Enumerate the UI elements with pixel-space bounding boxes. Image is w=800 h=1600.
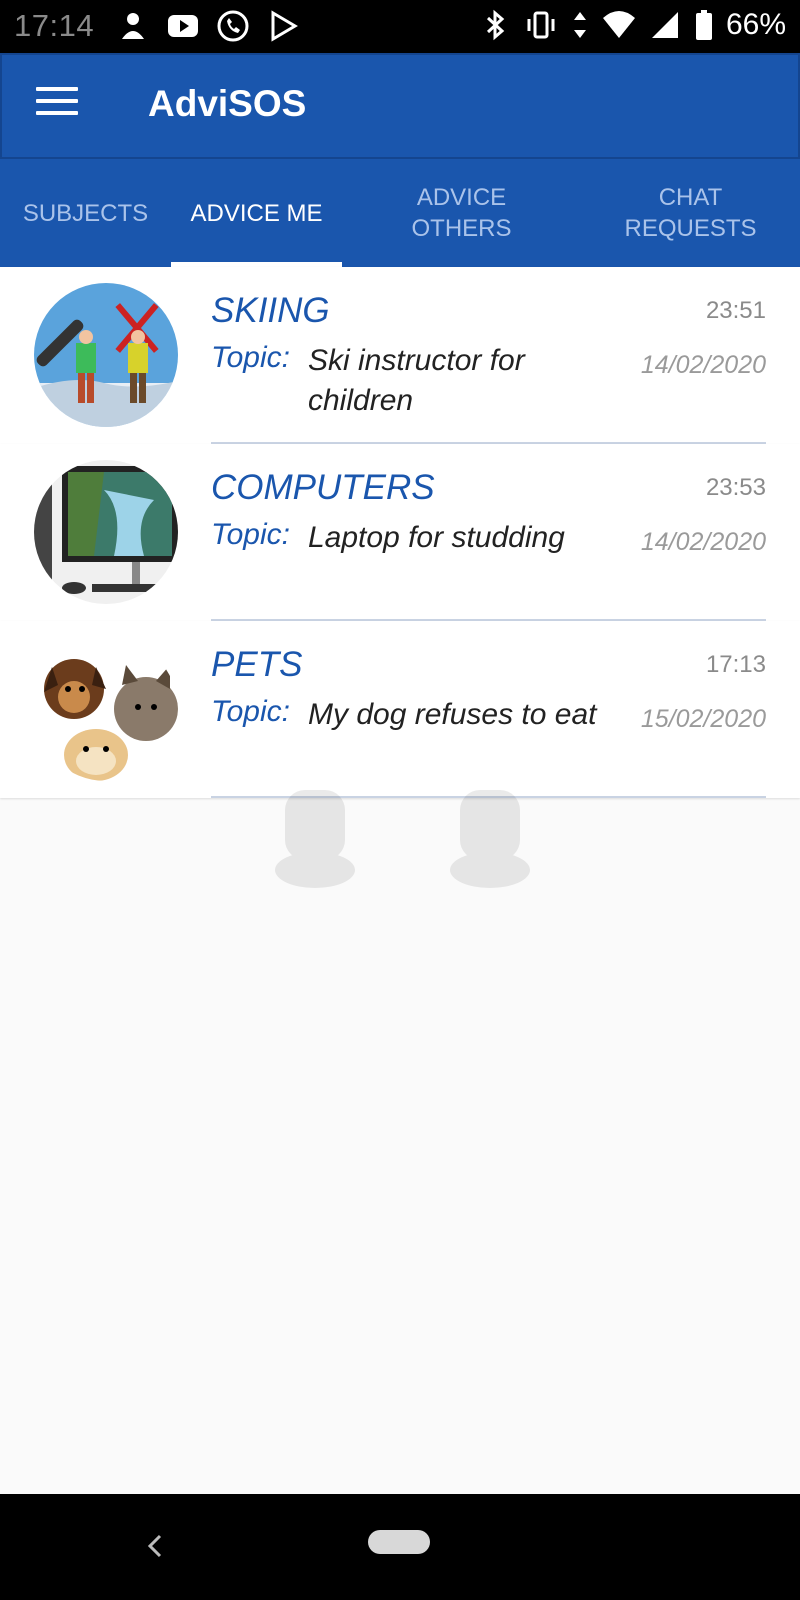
call-icon [217,10,249,42]
tab-advice-me[interactable]: ADVICE ME [171,159,342,267]
play-store-icon [271,10,298,42]
message-time: 23:53 [705,474,766,501]
system-nav-bar [0,1494,800,1600]
battery-icon [695,10,712,40]
topic-text: Ski instructor for children [308,344,525,417]
hamburger-menu-icon[interactable] [36,87,78,123]
signal-icon [651,12,678,38]
message-date: 14/02/2020 [640,351,766,379]
youtube-icon [168,15,198,37]
computer-photo [34,460,178,604]
message-date: 14/02/2020 [640,528,766,556]
data-arrows-icon [573,12,586,38]
wifi-icon [602,11,635,38]
vibrate-icon [527,11,555,39]
tab-subjects[interactable]: SUBJECTS [0,159,171,267]
home-pill-icon[interactable] [368,1530,430,1554]
bluetooth-icon [486,9,505,41]
topic-label: Topic: [211,695,290,728]
back-chevron-icon[interactable] [142,1528,166,1564]
list-item[interactable]: COMPUTERS Topic: Laptop for studding 23:… [0,444,800,621]
background-figure [275,790,530,888]
topic-text: My dog refuses to eat [308,698,597,731]
message-time: 17:13 [705,651,766,678]
list-item[interactable]: PETS Topic: My dog refuses to eat 17:13 … [0,621,800,798]
topic-text: Laptop for studding [308,521,565,554]
app-title: AdviSOS [148,83,307,124]
subject-title: PETS [211,645,303,684]
conversation-list: SKIING Topic: Ski instructor for childre… [0,267,800,798]
app-bar: AdviSOS [0,53,800,159]
subject-title: SKIING [211,291,330,330]
topic-label: Topic: [211,341,290,374]
pets-photo [34,637,178,781]
message-date: 15/02/2020 [640,705,766,733]
subject-title: COMPUTERS [211,468,435,507]
battery-percentage: 66% [725,8,786,41]
status-bar: 17:14 66% [0,0,800,53]
message-time: 23:51 [705,297,766,324]
tab-advice-others[interactable]: ADVICE OTHERS [342,159,581,267]
list-item[interactable]: SKIING Topic: Ski instructor for childre… [0,267,800,444]
skiers-photo [34,283,178,427]
notification-app-icon [122,13,144,39]
tab-bar: SUBJECTS ADVICE ME ADVICE OTHERS CHAT RE… [0,159,800,267]
topic-label: Topic: [211,518,290,551]
tab-chat-requests[interactable]: CHAT REQUESTS [581,159,800,267]
